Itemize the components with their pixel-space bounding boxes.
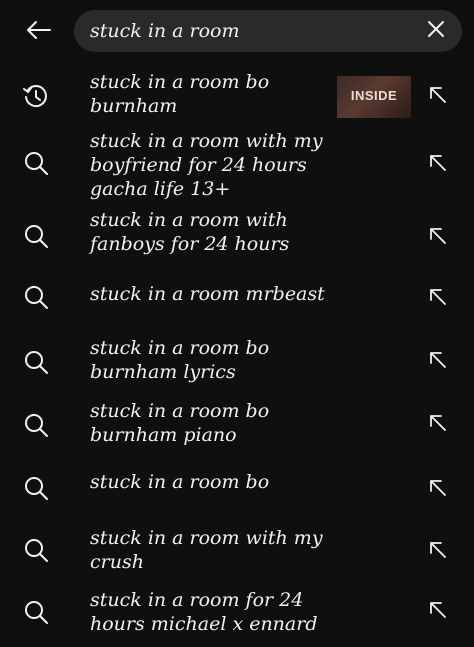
- suggestion-text: stuck in a room bo burnham lyrics: [90, 337, 270, 383]
- fill-query-arrow-icon[interactable]: [424, 149, 452, 177]
- close-icon: [427, 20, 445, 42]
- fill-query-arrow-icon[interactable]: [424, 81, 452, 109]
- search-icon: [22, 149, 50, 177]
- suggestion-item[interactable]: stuck in a room bo burnham INSIDE: [0, 68, 474, 126]
- fill-query-arrow-icon[interactable]: [424, 409, 452, 437]
- fill-query-arrow-icon[interactable]: [424, 222, 452, 250]
- search-icon: [22, 474, 50, 502]
- suggestion-item[interactable]: stuck in a room for 24 hours michael x e…: [0, 588, 474, 644]
- fill-query-arrow-icon[interactable]: [424, 596, 452, 624]
- suggestion-text: stuck in a room bo burnham: [90, 71, 270, 117]
- suggestion-text: stuck in a room bo burnham piano: [90, 400, 270, 446]
- fill-query-arrow-icon[interactable]: [424, 283, 452, 311]
- history-icon: [22, 83, 50, 111]
- suggestion-text: stuck in a room mrbeast: [90, 283, 325, 305]
- search-header: [0, 0, 474, 64]
- arrow-left-icon: [25, 20, 51, 44]
- suggestion-text: stuck in a room with my crush: [90, 527, 323, 573]
- back-button[interactable]: [16, 12, 60, 52]
- fill-query-arrow-icon[interactable]: [424, 474, 452, 502]
- video-thumbnail[interactable]: INSIDE: [337, 76, 411, 118]
- suggestion-item[interactable]: stuck in a room mrbeast: [0, 272, 474, 320]
- suggestion-item[interactable]: stuck in a room with fanboys for 24 hour…: [0, 206, 474, 266]
- fill-query-arrow-icon[interactable]: [424, 536, 452, 564]
- search-box[interactable]: [74, 10, 462, 52]
- suggestion-item[interactable]: stuck in a room with my crush: [0, 526, 474, 582]
- suggestion-item[interactable]: stuck in a room bo burnham lyrics: [0, 334, 474, 390]
- suggestion-text: stuck in a room bo: [90, 471, 270, 493]
- suggestion-text: stuck in a room with my boyfriend for 24…: [90, 130, 323, 200]
- fill-query-arrow-icon[interactable]: [424, 346, 452, 374]
- thumbnail-label: INSIDE: [350, 88, 398, 103]
- search-icon: [22, 222, 50, 250]
- suggestion-text: stuck in a room for 24 hours michael x e…: [90, 589, 318, 635]
- clear-search-button[interactable]: [420, 15, 452, 47]
- suggestion-item[interactable]: stuck in a room bo: [0, 464, 474, 512]
- search-input[interactable]: [90, 10, 410, 52]
- suggestion-item[interactable]: stuck in a room with my boyfriend for 24…: [0, 127, 474, 205]
- search-icon: [22, 536, 50, 564]
- suggestion-text: stuck in a room with fanboys for 24 hour…: [90, 209, 290, 255]
- search-icon: [22, 598, 50, 626]
- search-icon: [22, 348, 50, 376]
- search-icon: [22, 283, 50, 311]
- suggestion-item[interactable]: stuck in a room bo burnham piano: [0, 397, 474, 453]
- search-icon: [22, 411, 50, 439]
